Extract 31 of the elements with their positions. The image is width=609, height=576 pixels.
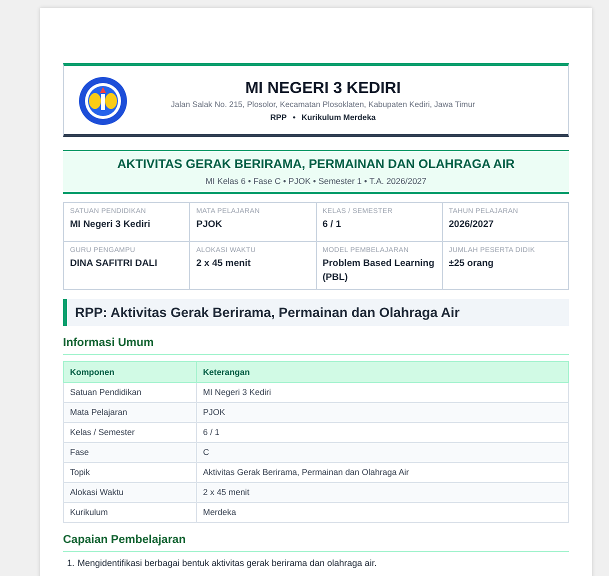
table-cell: 2 x 45 menit	[196, 482, 568, 502]
subsection-heading: Capaian Pembelajaran	[63, 534, 569, 552]
info-value: PJOK	[196, 218, 224, 232]
subsection-heading: Informasi Umum	[63, 337, 569, 355]
table-cell: Fase	[64, 442, 196, 462]
separator-dot: •	[292, 113, 296, 122]
table-cell: Merdeka	[196, 502, 568, 522]
list-item: Mengidentifikasi berbagai bentuk aktivitas gerak berirama dan olahraga air.	[78, 558, 377, 568]
table-cell: Alokasi Waktu	[64, 482, 196, 502]
list-number: 1.	[67, 558, 75, 568]
school-address: Jalan Salak No. 215, Plosolor, Kecamatan Plosoklaten, Kabupaten Kediri, Jawa Timur	[170, 100, 476, 109]
table-cell: Kurikulum	[64, 502, 196, 522]
info-value: ±25 orang	[448, 257, 495, 271]
table-cell: Mata Pelajaran	[64, 402, 196, 422]
info-value: 6 / 1	[322, 218, 342, 232]
info-value: Problem Based Learning (PBL)	[322, 257, 436, 285]
lesson-title: AKTIVITAS GERAK BERIRAMA, PERMAINAN DAN OLAHRAGA AIR	[116, 157, 516, 171]
column-header: Keterangan	[196, 362, 568, 382]
info-value: MI Negeri 3 Kediri	[70, 218, 152, 232]
table-cell: PJOK	[196, 402, 568, 422]
table-cell: C	[196, 442, 568, 462]
info-value: 2026/2027	[448, 218, 495, 232]
info-value: 2 x 45 menit	[196, 257, 252, 271]
document-type: RPP	[270, 113, 287, 122]
info-value: DINA SAFITRI DALI	[70, 257, 158, 271]
lesson-subtitle: MI Kelas 6 • Fase C • PJOK • Semester 1 • T.A. 2026/2027	[204, 176, 428, 186]
section-heading: RPP: Aktivitas Gerak Berirama, Permainan dan Olahraga Air	[63, 299, 569, 326]
school-name: MI NEGERI 3 KEDIRI	[244, 80, 402, 98]
column-header: Komponen	[64, 362, 196, 382]
curriculum-label: Kurikulum Merdeka	[302, 113, 376, 122]
school-logo	[78, 76, 128, 126]
